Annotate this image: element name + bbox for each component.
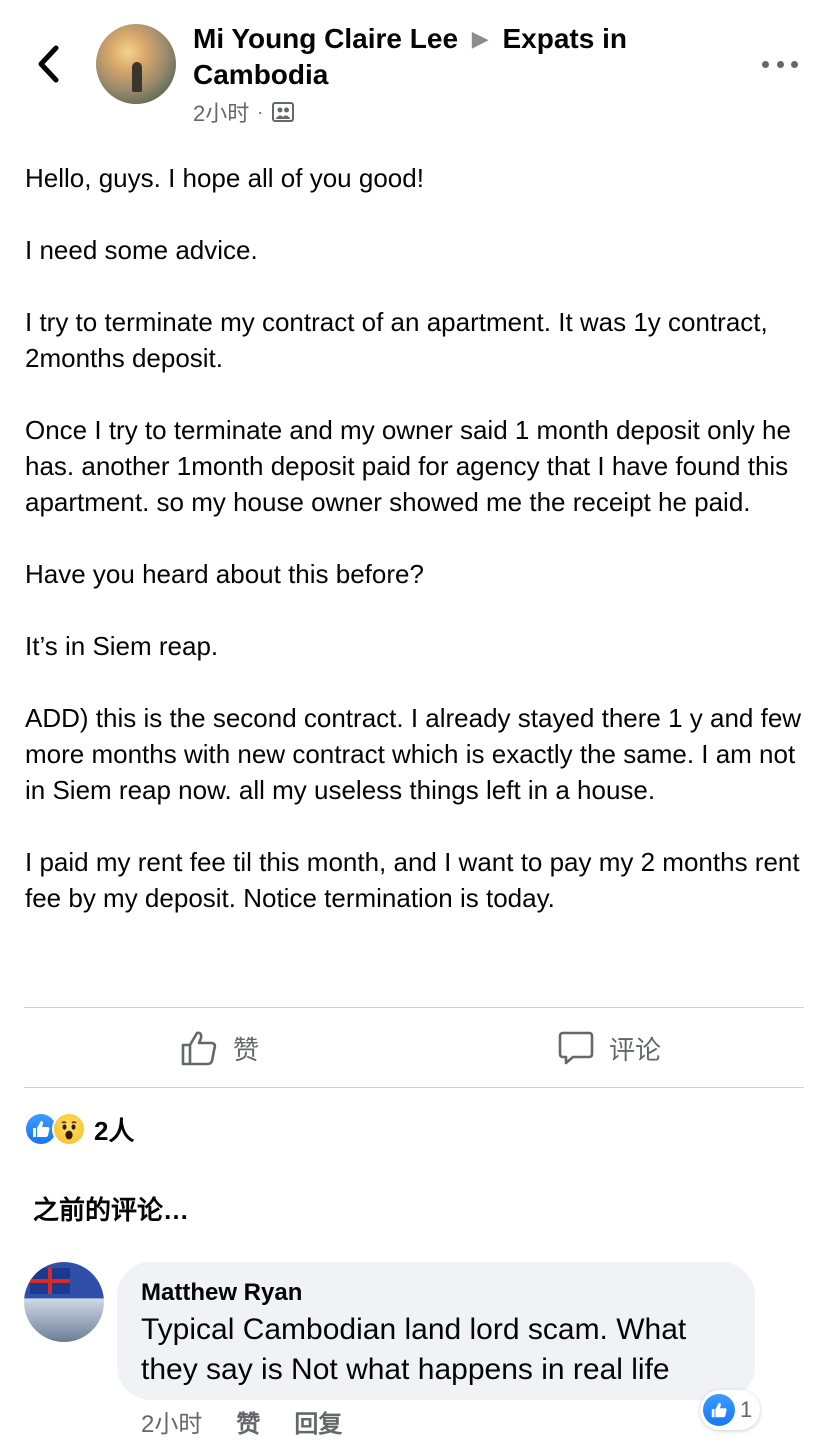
more-dots-icon bbox=[762, 60, 769, 68]
comment-actions: 2小时 赞 回复 bbox=[141, 1404, 342, 1439]
commenter-avatar[interactable] bbox=[24, 1262, 104, 1342]
comment-reaction-badge[interactable]: 1 bbox=[700, 1390, 761, 1430]
author-name[interactable]: Mi Young Claire Lee bbox=[193, 23, 458, 54]
reaction-summary[interactable]: 2人 bbox=[24, 1110, 134, 1148]
post-paragraph: Hello, guys. I hope all of you good! bbox=[25, 163, 424, 193]
post-time[interactable]: 2小时 bbox=[193, 96, 249, 128]
post-paragraph: I paid my rent fee til this month, and I… bbox=[25, 847, 800, 913]
more-options-button[interactable] bbox=[756, 48, 804, 80]
group-icon bbox=[272, 102, 295, 122]
chevron-left-icon bbox=[38, 45, 59, 83]
comment-author[interactable]: Matthew Ryan bbox=[141, 1276, 731, 1310]
comment-like-count: 1 bbox=[740, 1397, 753, 1422]
comment-button[interactable]: 评论 bbox=[414, 1008, 804, 1088]
thumbs-up-icon bbox=[181, 1031, 217, 1066]
wow-reaction-icon bbox=[52, 1112, 86, 1146]
previous-comments-link[interactable]: 之前的评论… bbox=[33, 1190, 189, 1227]
comment-text: Typical Cambodian land lord scam. What t… bbox=[141, 1313, 687, 1386]
post-body: Hello, guys. I hope all of you good! I n… bbox=[25, 160, 815, 952]
post-paragraph: Once I try to terminate and my owner sai… bbox=[25, 415, 791, 517]
meta-dot: · bbox=[257, 101, 264, 122]
author-avatar[interactable] bbox=[96, 24, 176, 104]
post-paragraph: Have you heard about this before? bbox=[25, 559, 424, 589]
comment-bubble: Matthew Ryan Typical Cambodian land lord… bbox=[117, 1262, 755, 1400]
like-button[interactable]: 赞 bbox=[24, 1008, 414, 1088]
triangle-right-icon: ▶ bbox=[471, 26, 489, 51]
action-bar: 赞 评论 bbox=[24, 1008, 804, 1088]
post-title: Mi Young Claire Lee ▶ Expats in Cambodia bbox=[193, 22, 713, 92]
post-meta: 2小时 · bbox=[193, 96, 295, 128]
post-header: Mi Young Claire Lee ▶ Expats in Cambodia… bbox=[0, 0, 828, 140]
divider-bottom bbox=[24, 1087, 804, 1088]
post-paragraph: I need some advice. bbox=[25, 235, 258, 265]
comment-like-button[interactable]: 赞 bbox=[236, 1404, 260, 1439]
post-paragraph: I try to terminate my contract of an apa… bbox=[25, 307, 768, 373]
post-paragraph: It’s in Siem reap. bbox=[25, 631, 219, 661]
avatar-flag bbox=[30, 1268, 70, 1294]
more-dots-icon bbox=[776, 60, 784, 68]
like-label: 赞 bbox=[232, 1034, 259, 1065]
more-dots-icon bbox=[791, 60, 798, 68]
reaction-count: 2人 bbox=[94, 1115, 135, 1146]
comment-reply-button[interactable]: 回复 bbox=[294, 1404, 342, 1439]
like-reaction-icon bbox=[703, 1394, 735, 1426]
comment-icon bbox=[558, 1031, 594, 1065]
avatar-figure bbox=[132, 62, 142, 92]
back-button[interactable] bbox=[28, 40, 68, 88]
comment-time[interactable]: 2小时 bbox=[141, 1404, 202, 1439]
post-paragraph: ADD) this is the second contract. I alre… bbox=[25, 703, 802, 805]
comment-label: 评论 bbox=[608, 1034, 661, 1065]
